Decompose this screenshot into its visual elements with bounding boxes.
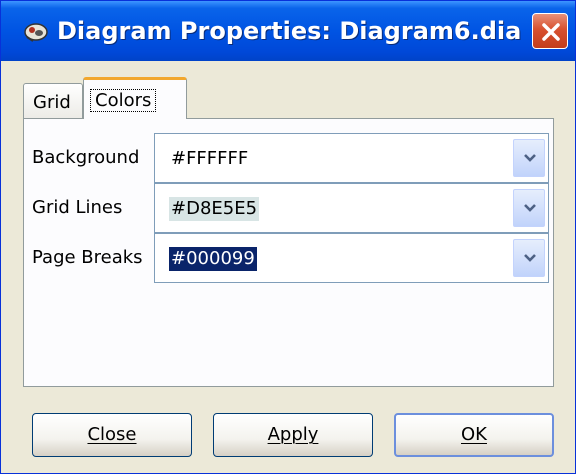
colors-panel: Background #FFFFFF Grid Lines #D8E5E5 Pa… — [23, 118, 554, 387]
background-color-value[interactable]: #FFFFFF — [169, 147, 250, 171]
window-title: Diagram Properties: Diagram6.dia — [57, 17, 522, 45]
tab-grid[interactable]: Grid — [23, 83, 83, 119]
dialog-window: Diagram Properties: Diagram6.dia Grid Co… — [0, 0, 576, 474]
ok-button[interactable]: OK — [394, 413, 554, 457]
background-color-combo[interactable]: #FFFFFF — [154, 133, 549, 183]
tab-grid-label: Grid — [33, 92, 71, 113]
close-button-label: Close — [87, 424, 137, 445]
page-breaks-color-value[interactable]: #000099 — [169, 247, 257, 271]
window-close-button[interactable] — [532, 13, 568, 49]
page-breaks-dropdown-button[interactable] — [513, 239, 545, 277]
chevron-down-icon — [524, 254, 536, 262]
background-row: Background #FFFFFF — [24, 133, 553, 183]
apply-button[interactable]: Apply — [213, 413, 373, 457]
grid-lines-color-combo[interactable]: #D8E5E5 — [154, 183, 549, 233]
chevron-down-icon — [524, 154, 536, 162]
grid-lines-dropdown-button[interactable] — [513, 189, 545, 227]
grid-lines-color-value[interactable]: #D8E5E5 — [169, 197, 260, 221]
background-dropdown-button[interactable] — [513, 139, 545, 177]
chevron-down-icon — [524, 204, 536, 212]
close-icon — [542, 23, 560, 41]
background-label: Background — [32, 147, 140, 168]
page-breaks-row: Page Breaks #000099 — [24, 233, 553, 283]
page-breaks-label: Page Breaks — [32, 247, 143, 268]
title-bar[interactable]: Diagram Properties: Diagram6.dia — [1, 1, 575, 61]
tab-colors[interactable]: Colors — [83, 77, 187, 119]
ok-button-label: OK — [461, 424, 487, 445]
grid-lines-row: Grid Lines #D8E5E5 — [24, 183, 553, 233]
grid-lines-label: Grid Lines — [32, 197, 123, 218]
dia-app-icon — [23, 21, 49, 43]
tab-colors-label: Colors — [90, 89, 157, 112]
apply-button-label: Apply — [267, 424, 319, 445]
close-button[interactable]: Close — [32, 413, 192, 457]
page-breaks-color-combo[interactable]: #000099 — [154, 233, 549, 283]
